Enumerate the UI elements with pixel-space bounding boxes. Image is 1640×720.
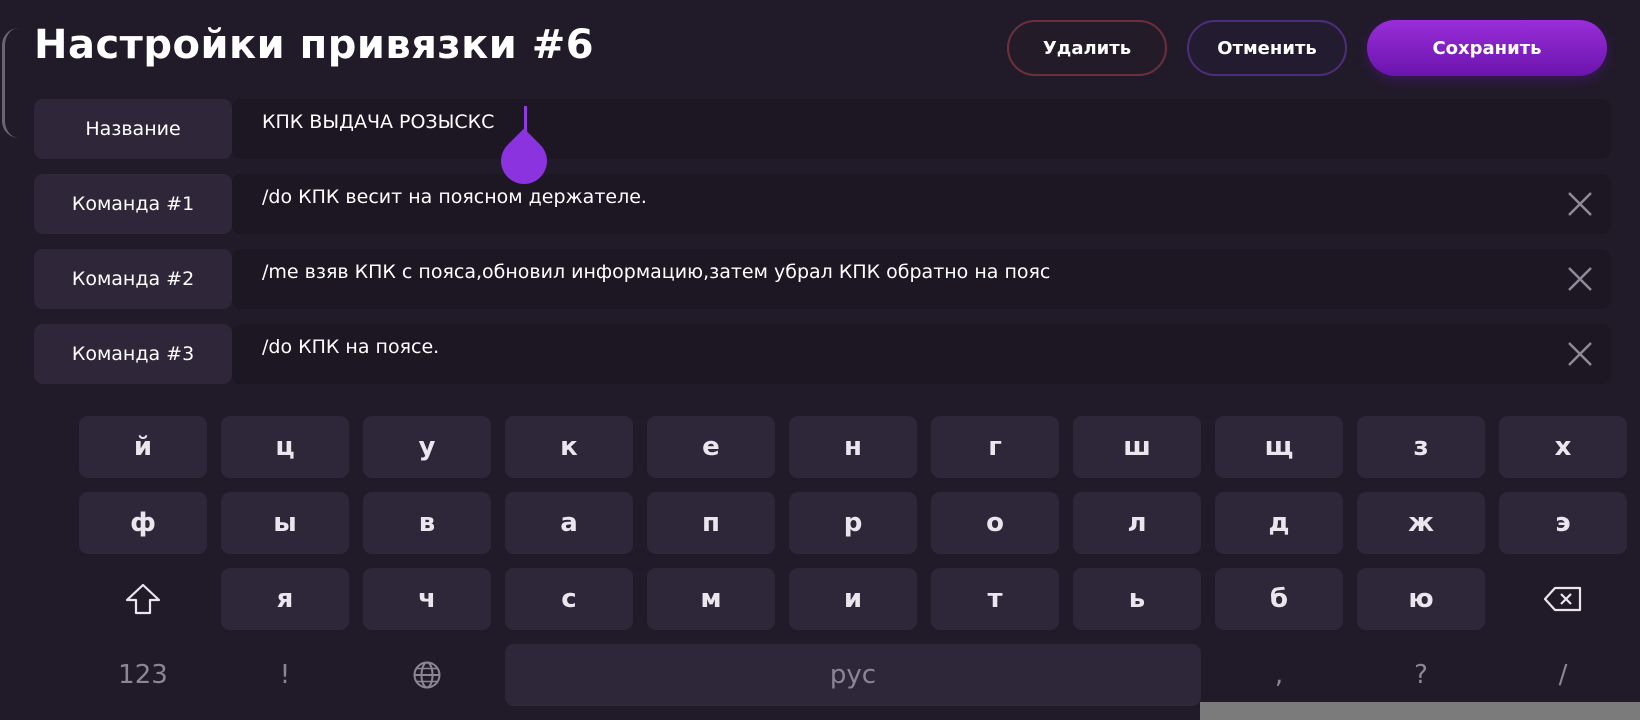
exclamation-key[interactable]: !: [221, 644, 349, 706]
key[interactable]: о: [931, 492, 1059, 554]
command-2-value: /me взяв КПК с пояса,обновил информацию,…: [262, 261, 1051, 283]
backspace-key[interactable]: [1499, 568, 1627, 630]
close-icon[interactable]: [1565, 189, 1595, 219]
key[interactable]: и: [789, 568, 917, 630]
command-1-label: Команда #1: [34, 174, 232, 234]
key[interactable]: ж: [1357, 492, 1485, 554]
close-icon[interactable]: [1565, 264, 1595, 294]
key[interactable]: м: [647, 568, 775, 630]
key[interactable]: щ: [1215, 416, 1343, 478]
question-key[interactable]: ?: [1357, 644, 1485, 706]
key[interactable]: к: [505, 416, 633, 478]
key[interactable]: ь: [1073, 568, 1201, 630]
key[interactable]: з: [1357, 416, 1485, 478]
key[interactable]: а: [505, 492, 633, 554]
key[interactable]: ю: [1357, 568, 1485, 630]
command-3-label: Команда #3: [34, 324, 232, 384]
key[interactable]: я: [221, 568, 349, 630]
key[interactable]: н: [789, 416, 917, 478]
language-key[interactable]: [363, 644, 491, 706]
command-3-value: /do КПК на поясе.: [262, 336, 440, 358]
name-row: Название КПК ВЫДАЧА РОЗЫСКС: [34, 99, 1611, 159]
key[interactable]: ы: [221, 492, 349, 554]
key[interactable]: л: [1073, 492, 1201, 554]
key[interactable]: г: [931, 416, 1059, 478]
key[interactable]: й: [79, 416, 207, 478]
comma-key[interactable]: ,: [1215, 644, 1343, 706]
backspace-icon: [1543, 586, 1582, 612]
key[interactable]: д: [1215, 492, 1343, 554]
key[interactable]: е: [647, 416, 775, 478]
command-row-1: Команда #1 /do КПК весит на поясном держ…: [34, 174, 1611, 234]
command-2-input[interactable]: /me взяв КПК с пояса,обновил информацию,…: [232, 249, 1611, 309]
key[interactable]: у: [363, 416, 491, 478]
command-2-label: Команда #2: [34, 249, 232, 309]
key[interactable]: ч: [363, 568, 491, 630]
globe-icon: [413, 661, 441, 689]
key[interactable]: с: [505, 568, 633, 630]
cancel-button[interactable]: Отменить: [1187, 20, 1347, 76]
key[interactable]: ц: [221, 416, 349, 478]
delete-button[interactable]: Удалить: [1007, 20, 1167, 76]
name-input-value: КПК ВЫДАЧА РОЗЫСКС: [262, 111, 495, 133]
key[interactable]: ш: [1073, 416, 1201, 478]
command-1-value: /do КПК весит на поясном держателе.: [262, 186, 647, 208]
command-row-3: Команда #3 /do КПК на поясе.: [34, 324, 1611, 384]
name-label: Название: [34, 99, 232, 159]
key[interactable]: х: [1499, 416, 1627, 478]
edge-arc: [2, 28, 19, 138]
key[interactable]: б: [1215, 568, 1343, 630]
command-row-2: Команда #2 /me взяв КПК с пояса,обновил …: [34, 249, 1611, 309]
key[interactable]: ф: [79, 492, 207, 554]
key[interactable]: э: [1499, 492, 1627, 554]
save-button[interactable]: Сохранить: [1367, 20, 1607, 76]
command-3-input[interactable]: /do КПК на поясе.: [232, 324, 1611, 384]
key[interactable]: в: [363, 492, 491, 554]
shift-key[interactable]: [79, 568, 207, 630]
close-icon[interactable]: [1565, 339, 1595, 369]
key[interactable]: т: [931, 568, 1059, 630]
command-1-input[interactable]: /do КПК весит на поясном держателе.: [232, 174, 1611, 234]
numbers-key[interactable]: 123: [79, 644, 207, 706]
key[interactable]: п: [647, 492, 775, 554]
space-key[interactable]: рус: [505, 644, 1201, 706]
shift-icon: [125, 583, 161, 615]
key[interactable]: р: [789, 492, 917, 554]
scrollbar[interactable]: [1200, 702, 1640, 720]
slash-key[interactable]: /: [1499, 644, 1627, 706]
name-input[interactable]: КПК ВЫДАЧА РОЗЫСКС: [232, 99, 1611, 159]
page-title: Настройки привязки #6: [34, 22, 595, 68]
